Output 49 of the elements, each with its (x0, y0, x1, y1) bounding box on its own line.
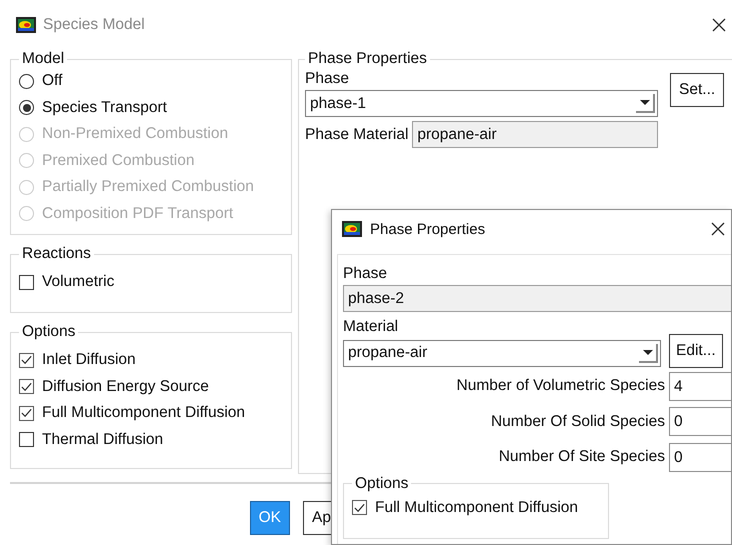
group-title: Reactions (21, 245, 92, 263)
caret-icon (640, 100, 650, 105)
field-label: Number Of Solid Species (490, 412, 665, 431)
edit-button[interactable]: Edit... (669, 334, 723, 368)
checkbox-label: Inlet Diffusion (42, 351, 136, 370)
material-field[interactable]: propane-air (412, 121, 658, 148)
checkbox-label: Volumetric (42, 273, 114, 292)
field-label: Phase (343, 264, 388, 284)
number-field[interactable]: 4 (669, 372, 731, 401)
number-field[interactable]: 0 (669, 407, 731, 436)
checkbox[interactable] (19, 432, 34, 448)
checkbox[interactable] (352, 500, 367, 516)
radio-label: Premixed Combustion (42, 152, 194, 170)
group-title: Model (21, 50, 66, 68)
group-title: Options (354, 474, 410, 492)
checkbox-label: Thermal Diffusion (42, 430, 164, 449)
checkbox[interactable] (19, 406, 34, 421)
field-label: Phase Material (305, 124, 408, 144)
number-field[interactable]: 0 (669, 442, 731, 472)
radio-button[interactable] (19, 100, 34, 116)
radio-button[interactable] (19, 74, 34, 89)
set-button[interactable]: Set... (670, 73, 724, 107)
radio-label: Partially Premixed Combustion (42, 178, 254, 196)
close-icon[interactable] (711, 222, 725, 236)
checkbox-label: Full Multicomponent Diffusion (42, 404, 246, 422)
radio-label: Species Transport (42, 98, 167, 117)
field-label: Number of Volumetric Species (456, 377, 665, 396)
group-title: Phase Properties (307, 50, 428, 68)
field-label: Number Of Site Species (498, 448, 665, 466)
radio-label: Composition PDF Transport (42, 204, 234, 223)
caret-icon (642, 350, 652, 354)
app-icon (342, 221, 362, 237)
field-label: Phase (305, 69, 350, 89)
checkbox-label: Diffusion Energy Source (42, 378, 209, 396)
phase-field[interactable]: phase-2 (343, 285, 731, 312)
field-label: Material (343, 317, 400, 337)
checkbox[interactable] (19, 274, 34, 290)
phase-dropdown[interactable]: phase-1 (305, 90, 658, 117)
window-title: Species Model (43, 16, 145, 34)
checkbox[interactable] (19, 352, 34, 368)
checkbox[interactable] (19, 379, 34, 394)
material-dropdown[interactable]: propane-air (343, 340, 661, 366)
group-title: Options (21, 323, 76, 341)
checkbox-label: Full Multicomponent Diffusion (375, 498, 578, 517)
radio-label: Non-Premixed Combustion (42, 125, 228, 144)
radio-label: Off (42, 72, 62, 90)
dialog-title: Phase Properties (370, 220, 486, 238)
close-icon[interactable] (712, 18, 726, 32)
app-icon (16, 17, 36, 33)
